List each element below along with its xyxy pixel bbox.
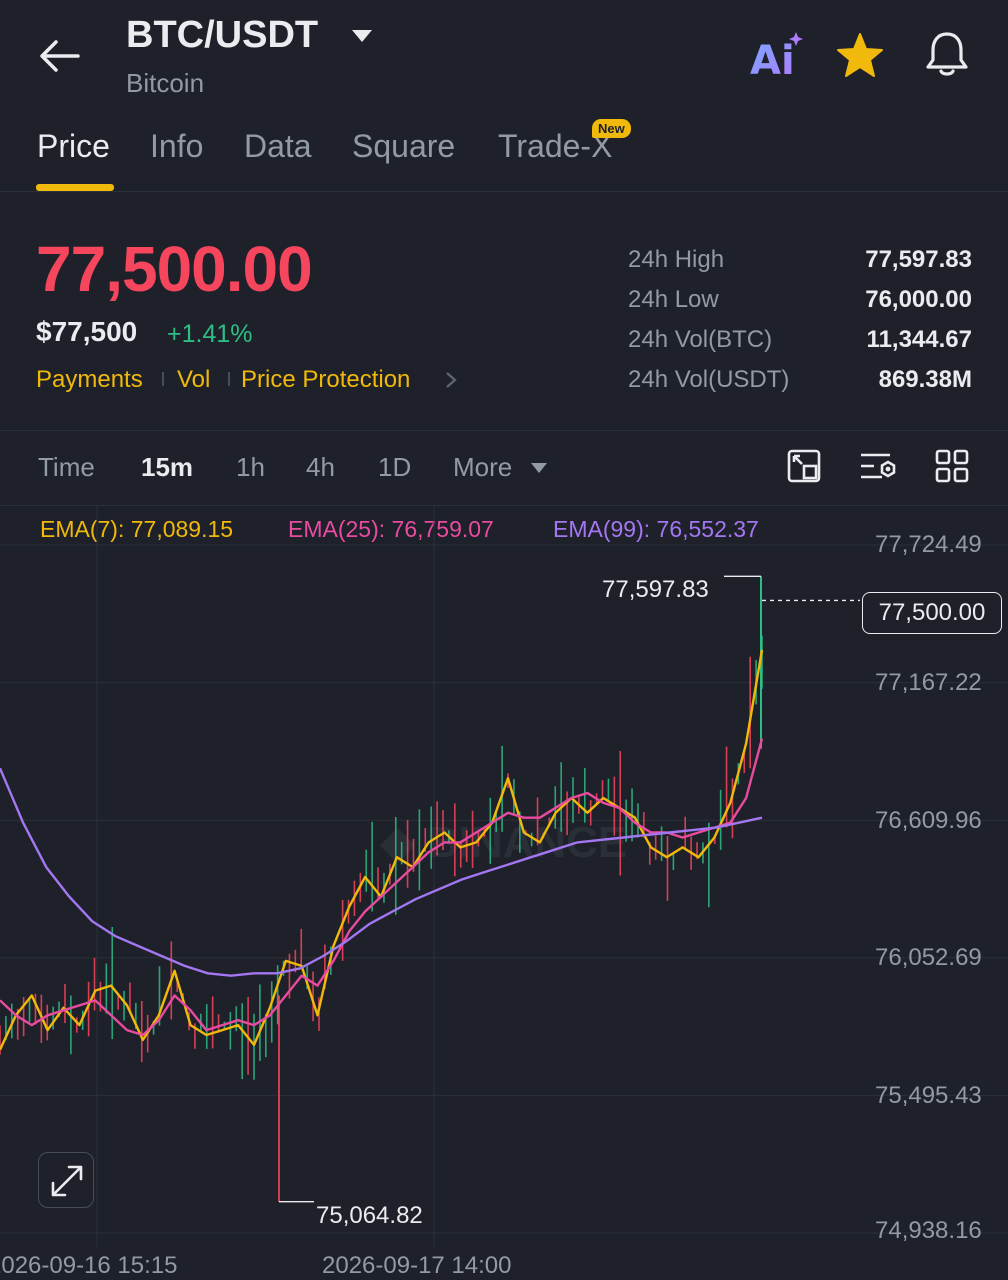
last-price: 77,500.00	[36, 233, 313, 305]
stat-value: 11,344.67	[866, 326, 972, 353]
y-tick: 75,495.43	[875, 1082, 982, 1109]
high-marker-label: 77,597.83	[602, 576, 709, 603]
interval-4h[interactable]: 4h	[306, 452, 335, 483]
pair-dropdown-icon[interactable]	[350, 28, 374, 49]
interval-1d[interactable]: 1D	[378, 452, 411, 483]
interval-1h[interactable]: 1h	[236, 452, 265, 483]
indicator-settings-icon[interactable]	[858, 448, 898, 489]
pair-subtitle: Bitcoin	[126, 68, 205, 98]
low-marker-label: 75,064.82	[316, 1202, 423, 1229]
tab-info[interactable]: Info	[150, 128, 203, 165]
usd-price: $77,500	[36, 316, 138, 347]
tabs-divider	[0, 191, 1008, 192]
payments-link[interactable]: Payments	[36, 366, 143, 394]
stat-label: 24h Low	[628, 286, 719, 313]
back-arrow-icon[interactable]	[36, 36, 84, 76]
price-divider	[0, 430, 1008, 431]
stat-label: 24h High	[628, 246, 725, 273]
y-tick: 77,167.22	[875, 669, 982, 696]
stat-value: 76,000.00	[865, 286, 972, 313]
stat-value: 869.38M	[878, 366, 972, 393]
tab-square[interactable]: Square	[352, 128, 455, 165]
link-separator	[162, 372, 164, 386]
bell-icon[interactable]	[924, 30, 970, 83]
interval-time[interactable]: Time	[38, 452, 95, 483]
price-change: +1.41%	[167, 320, 253, 348]
price-protection-link[interactable]: Price Protection	[241, 366, 410, 394]
tab-data[interactable]: Data	[244, 128, 312, 165]
grid-layout-icon[interactable]	[934, 448, 970, 489]
stat-label: 24h Vol(USDT)	[628, 366, 790, 393]
interval-15m[interactable]: 15m	[141, 452, 193, 483]
y-tick: 76,609.96	[875, 807, 982, 834]
ema-line-99	[0, 767, 763, 977]
y-tick: 77,724.49	[875, 531, 982, 558]
tab-price[interactable]: Price	[37, 128, 110, 165]
expand-icon	[51, 1165, 83, 1197]
link-separator	[228, 372, 230, 386]
active-tab-indicator	[36, 184, 114, 191]
y-tick: 76,052.69	[875, 944, 982, 971]
x-tick: 2026-09-17 14:00	[322, 1252, 512, 1279]
chevron-right-icon[interactable]	[444, 370, 458, 395]
current-price-tag: 77,500.00	[862, 592, 1002, 634]
interval-more[interactable]: More	[453, 452, 512, 483]
stat-value: 77,597.83	[865, 246, 972, 273]
vol-link[interactable]: Vol	[177, 366, 210, 394]
price-chart[interactable]: ◆ BINANCE	[0, 505, 1008, 1280]
x-tick: 2026-09-16 15:15	[0, 1252, 178, 1279]
ai-label: Ai	[750, 38, 795, 80]
star-icon[interactable]	[836, 32, 884, 83]
stat-label: 24h Vol(BTC)	[628, 326, 773, 353]
chart-type-icon[interactable]	[786, 448, 822, 489]
y-tick: 74,938.16	[875, 1217, 982, 1244]
pair-title[interactable]: BTC/USDT	[126, 14, 318, 57]
more-dropdown-icon[interactable]	[530, 461, 548, 479]
fullscreen-button[interactable]	[38, 1152, 94, 1208]
new-badge: New	[592, 119, 631, 138]
ai-icon[interactable]: Ai	[750, 30, 804, 84]
